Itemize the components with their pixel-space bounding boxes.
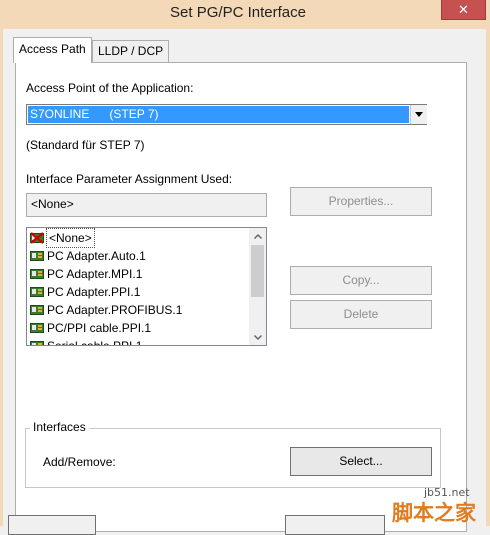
scroll-up-button[interactable] <box>249 228 266 244</box>
list-item-label: <None> <box>46 228 95 248</box>
dropdown-arrow-button[interactable] <box>410 105 427 124</box>
tab-label: Access Path <box>19 42 86 56</box>
window-frame-left <box>0 29 3 526</box>
list-item[interactable]: Serial cable.PPI.1 <box>30 337 143 346</box>
list-item-label: PC/PPI cable.PPI.1 <box>47 321 152 335</box>
list-item-label: PC Adapter.PPI.1 <box>47 285 141 299</box>
chevron-up-icon <box>253 233 262 239</box>
watermark-logo-text: 脚本之家 <box>392 501 476 525</box>
scroll-down-button[interactable] <box>249 329 266 345</box>
list-item-label: PC Adapter.PROFIBUS.1 <box>47 303 183 317</box>
delete-button[interactable]: Delete <box>290 300 432 329</box>
adapter-icon <box>30 251 44 261</box>
list-item[interactable]: <None> <box>30 228 95 248</box>
tab-label: LLDP / DCP <box>98 44 164 58</box>
add-remove-label: Add/Remove: <box>43 455 116 469</box>
close-button[interactable]: ✕ <box>441 0 486 20</box>
copy-button[interactable]: Copy... <box>290 266 432 295</box>
list-item-label: PC Adapter.Auto.1 <box>47 249 146 263</box>
list-item[interactable]: PC Adapter.PPI.1 <box>30 283 140 301</box>
list-scrollbar[interactable] <box>249 228 266 345</box>
access-point-description: (Standard für STEP 7) <box>26 138 145 152</box>
adapter-icon <box>30 269 44 279</box>
list-item[interactable]: PC Adapter.Auto.1 <box>30 247 146 265</box>
none-red-x-icon <box>30 232 44 244</box>
scroll-thumb[interactable] <box>251 245 264 297</box>
adapter-icon <box>30 287 44 297</box>
interface-param-label: Interface Parameter Assignment Used: <box>26 172 233 186</box>
list-item-label: PC Adapter.MPI.1 <box>47 267 143 281</box>
tab-access-path[interactable]: Access Path <box>13 37 92 63</box>
adapter-icon <box>30 305 44 315</box>
interfaces-group-title: Interfaces <box>30 420 89 434</box>
list-item[interactable]: PC Adapter.PROFIBUS.1 <box>30 301 182 319</box>
list-item[interactable]: PC Adapter.MPI.1 <box>30 265 142 283</box>
access-point-selected-value: S7ONLINE (STEP 7) <box>28 106 409 123</box>
properties-button[interactable]: Properties... <box>290 187 432 216</box>
close-icon: ✕ <box>458 2 469 17</box>
adapter-icon <box>30 323 44 333</box>
access-point-label: Access Point of the Application: <box>26 81 194 95</box>
interface-param-current-field: <None> <box>26 193 267 217</box>
bottom-left-button[interactable] <box>8 515 96 535</box>
select-button[interactable]: Select... <box>290 447 432 476</box>
list-item-label: Serial cable.PPI.1 <box>47 339 143 346</box>
chevron-down-icon <box>253 334 262 340</box>
interface-param-list[interactable]: <None> PC Adapter.Auto.1 PC Adapter.MPI.… <box>26 227 267 346</box>
adapter-icon <box>30 341 44 345</box>
tab-lldp-dcp[interactable]: LLDP / DCP <box>92 40 170 62</box>
window-frame-right <box>486 29 490 526</box>
bottom-right-button[interactable] <box>285 515 385 535</box>
access-point-dropdown[interactable]: S7ONLINE (STEP 7) <box>26 104 427 125</box>
chevron-down-icon <box>415 112 423 117</box>
window-title: Set PG/PC Interface <box>170 4 306 21</box>
list-item[interactable]: PC/PPI cable.PPI.1 <box>30 319 151 337</box>
